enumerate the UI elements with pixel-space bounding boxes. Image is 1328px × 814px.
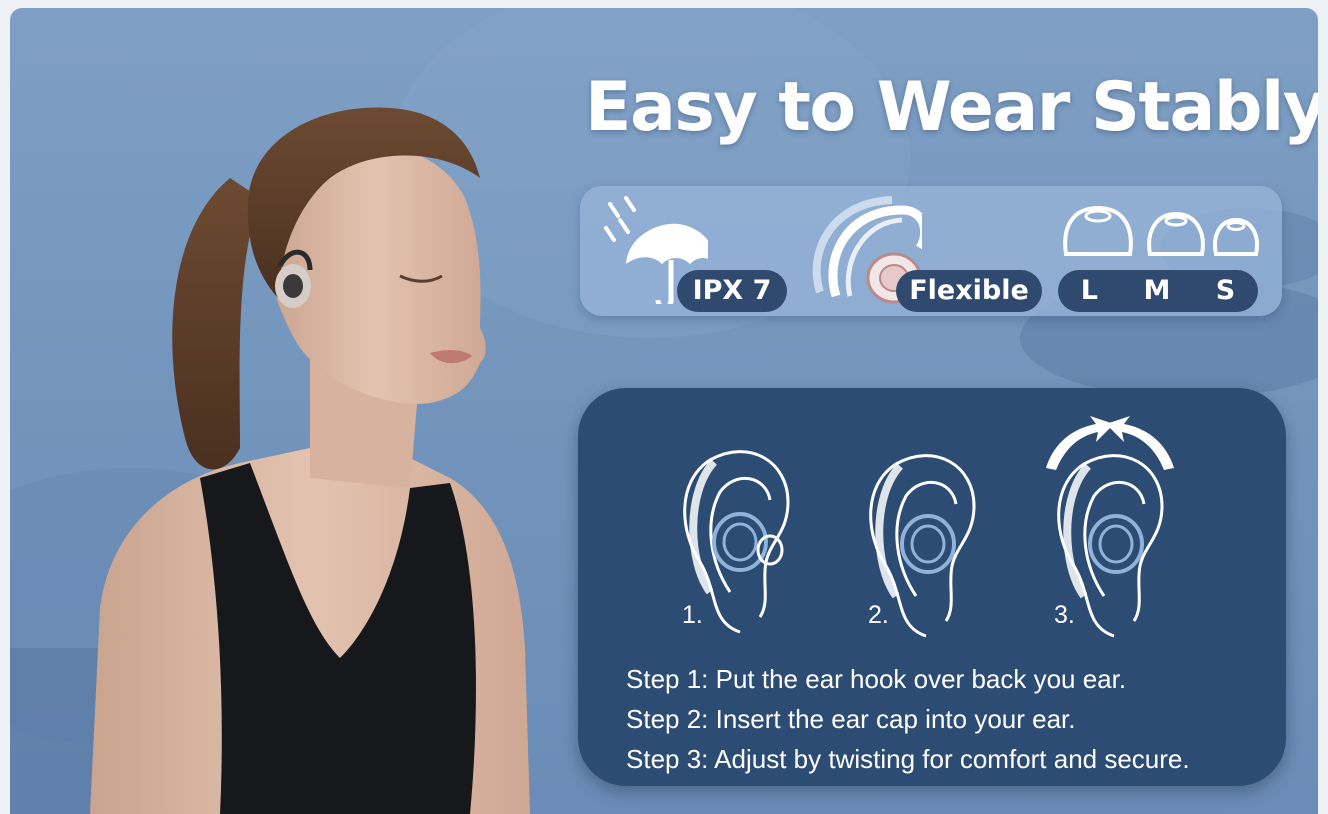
- size-label-s: S: [1215, 275, 1236, 306]
- step-instruction-1: Step 1: Put the ear hook over back you e…: [626, 664, 1127, 694]
- page-title: Easy to Wear Stably: [585, 68, 1318, 147]
- step-number-2: 2.: [868, 601, 889, 629]
- ear-tip-size-badge: L M S: [1058, 270, 1258, 312]
- size-label-m: M: [1143, 275, 1171, 306]
- ear-tips-sizes-icon: [1063, 205, 1259, 256]
- size-label-l: L: [1080, 275, 1098, 306]
- product-banner: Easy to Wear Stably IPX 7 Flexible L M S…: [10, 8, 1318, 814]
- step-number-3: 3.: [1054, 601, 1075, 629]
- step-number-1: 1.: [682, 601, 703, 629]
- feature-bar: IPX 7 Flexible L M S: [580, 186, 1282, 316]
- step-instruction-3: Step 3: Adjust by twisting for comfort a…: [626, 744, 1190, 774]
- step-instruction-2: Step 2: Insert the ear cap into your ear…: [626, 704, 1076, 734]
- wearing-steps-panel: 1. 2. 3. Step 1: Put the ear hook over b…: [578, 388, 1286, 786]
- flexible-label-badge: Flexible: [896, 270, 1042, 312]
- waterproof-rating-badge: IPX 7: [677, 270, 787, 312]
- woman-wearing-earbud-image: [90, 107, 530, 814]
